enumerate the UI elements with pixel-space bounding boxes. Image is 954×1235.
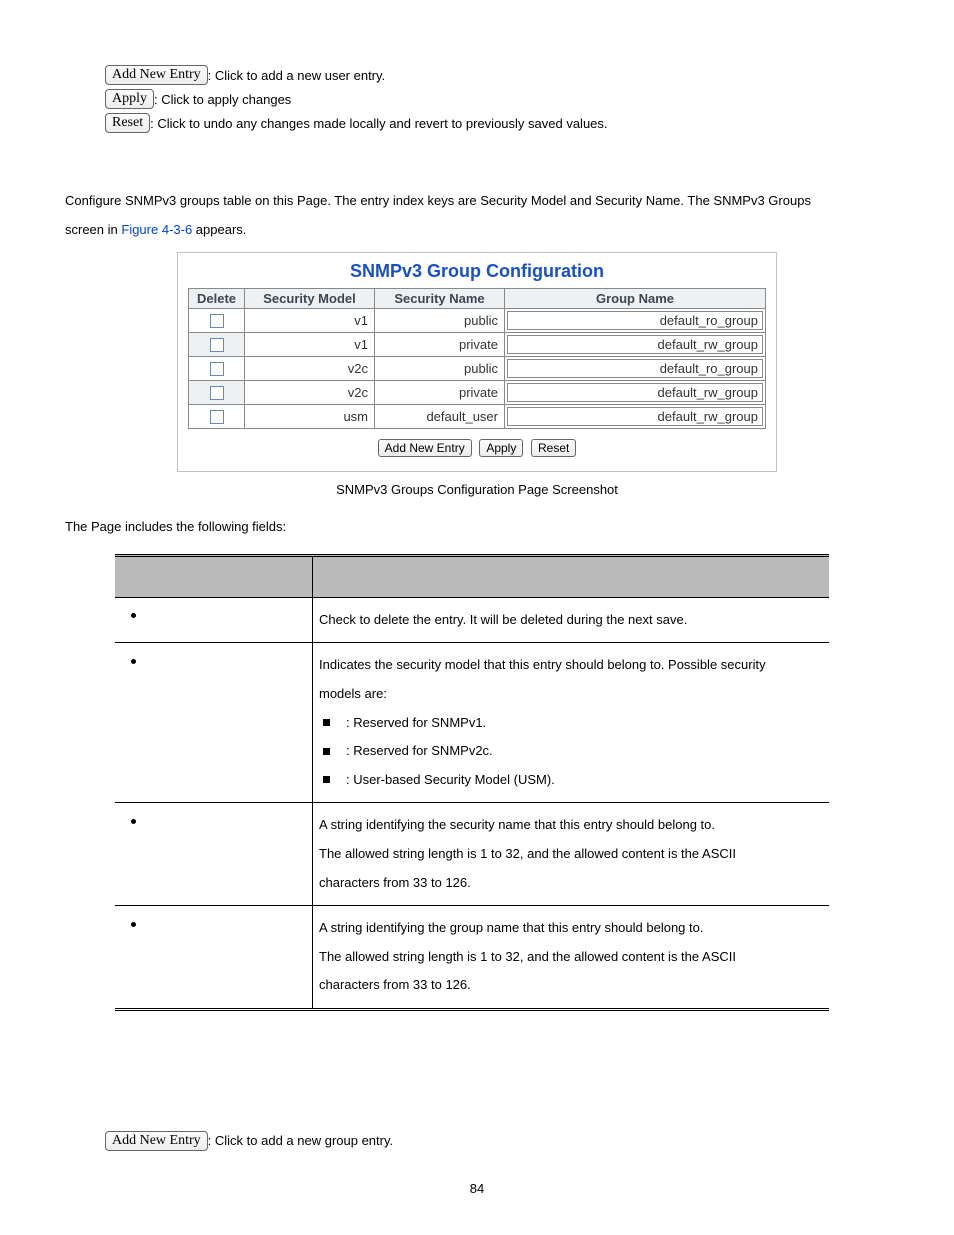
snmp-group-config-panel: SNMPv3 Group Configuration Delete Securi… bbox=[177, 252, 777, 472]
table-row: v2cpublicdefault_ro_group bbox=[189, 357, 766, 381]
col-group: Group Name bbox=[505, 289, 766, 309]
panel-title: SNMPv3 Group Configuration bbox=[188, 261, 766, 282]
delete-checkbox[interactable] bbox=[210, 362, 224, 376]
apply-button-top[interactable]: Apply bbox=[105, 89, 154, 109]
field-desc: models are: bbox=[319, 680, 823, 709]
field-desc: A string identifying the security name t… bbox=[319, 811, 823, 840]
bullet-icon bbox=[131, 613, 136, 618]
bullet-icon bbox=[131, 659, 136, 664]
figure-caption: SNMPv3 Groups Configuration Page Screens… bbox=[65, 482, 889, 497]
cell-model: v1 bbox=[245, 333, 375, 357]
col-delete: Delete bbox=[189, 289, 245, 309]
reset-desc: : Click to undo any changes made locally… bbox=[150, 116, 607, 131]
field-desc: Check to delete the entry. It will be de… bbox=[319, 606, 823, 635]
cell-model: v1 bbox=[245, 309, 375, 333]
field-desc: The allowed string length is 1 to 32, an… bbox=[319, 840, 823, 869]
panel-reset-button[interactable]: Reset bbox=[531, 439, 576, 457]
add-new-entry-desc: : Click to add a new user entry. bbox=[208, 68, 386, 83]
add-new-entry-button-top[interactable]: Add New Entry bbox=[105, 65, 208, 85]
group-name-input[interactable]: default_rw_group bbox=[507, 335, 763, 354]
delete-checkbox[interactable] bbox=[210, 314, 224, 328]
panel-add-button[interactable]: Add New Entry bbox=[378, 439, 472, 457]
cell-name: public bbox=[375, 357, 505, 381]
add-new-entry-button-bottom[interactable]: Add New Entry bbox=[105, 1131, 208, 1151]
field-desc: characters from 33 to 126. bbox=[319, 971, 823, 1000]
delete-checkbox[interactable] bbox=[210, 338, 224, 352]
bullet-icon bbox=[131, 922, 136, 927]
cell-name: private bbox=[375, 333, 505, 357]
panel-apply-button[interactable]: Apply bbox=[479, 439, 523, 457]
field-desc: The allowed string length is 1 to 32, an… bbox=[319, 943, 823, 972]
field-item: : Reserved for SNMPv1. bbox=[319, 709, 823, 738]
group-name-input[interactable]: default_rw_group bbox=[507, 383, 763, 402]
table-row: usmdefault_userdefault_rw_group bbox=[189, 405, 766, 429]
field-desc: Indicates the security model that this e… bbox=[319, 651, 823, 680]
page-number: 84 bbox=[65, 1181, 889, 1196]
group-table: Delete Security Model Security Name Grou… bbox=[188, 288, 766, 429]
field-item: : User-based Security Model (USM). bbox=[319, 766, 823, 795]
delete-checkbox[interactable] bbox=[210, 386, 224, 400]
col-name: Security Name bbox=[375, 289, 505, 309]
group-name-input[interactable]: default_ro_group bbox=[507, 311, 763, 330]
intro-paragraph: Configure SNMPv3 groups table on this Pa… bbox=[65, 187, 889, 244]
group-name-input[interactable]: default_ro_group bbox=[507, 359, 763, 378]
figure-ref-link[interactable]: Figure 4-3-6 bbox=[121, 222, 192, 237]
fields-intro: The Page includes the following fields: bbox=[65, 513, 889, 542]
table-row: v1privatedefault_rw_group bbox=[189, 333, 766, 357]
square-icon bbox=[323, 748, 330, 755]
cell-model: usm bbox=[245, 405, 375, 429]
field-item: : Reserved for SNMPv2c. bbox=[319, 737, 823, 766]
cell-model: v2c bbox=[245, 357, 375, 381]
delete-checkbox[interactable] bbox=[210, 410, 224, 424]
bullet-icon bbox=[131, 819, 136, 824]
apply-desc: : Click to apply changes bbox=[154, 92, 291, 107]
cell-model: v2c bbox=[245, 381, 375, 405]
table-row: v1publicdefault_ro_group bbox=[189, 309, 766, 333]
cell-name: public bbox=[375, 309, 505, 333]
group-name-input[interactable]: default_rw_group bbox=[507, 407, 763, 426]
table-row: v2cprivatedefault_rw_group bbox=[189, 381, 766, 405]
add-new-entry-bottom-desc: : Click to add a new group entry. bbox=[208, 1133, 393, 1148]
cell-name: default_user bbox=[375, 405, 505, 429]
field-desc: characters from 33 to 126. bbox=[319, 869, 823, 898]
fields-table: Check to delete the entry. It will be de… bbox=[115, 554, 829, 1011]
cell-name: private bbox=[375, 381, 505, 405]
col-model: Security Model bbox=[245, 289, 375, 309]
square-icon bbox=[323, 776, 330, 783]
reset-button-top[interactable]: Reset bbox=[105, 113, 150, 133]
field-desc: A string identifying the group name that… bbox=[319, 914, 823, 943]
square-icon bbox=[323, 719, 330, 726]
